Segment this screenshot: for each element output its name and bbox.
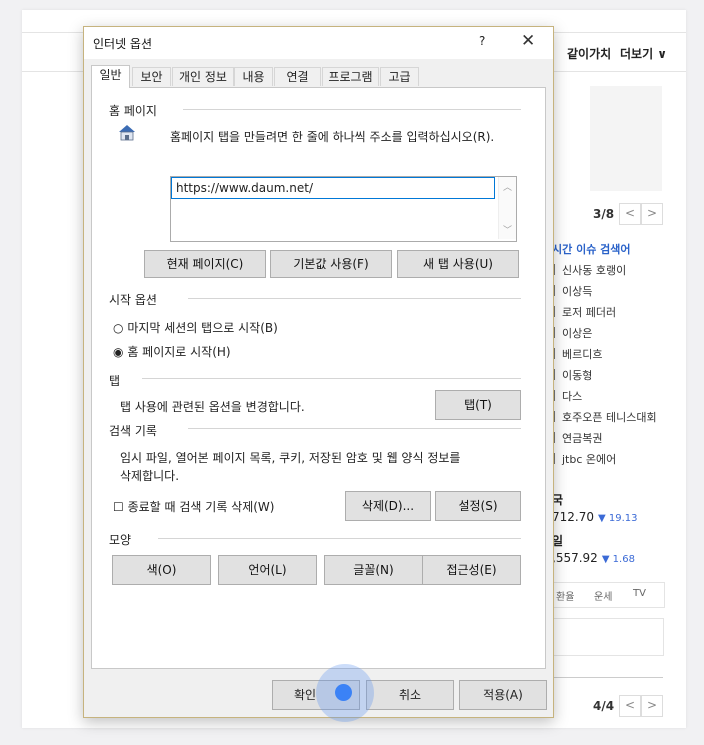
- issue-item[interactable]: 베르디흐: [552, 346, 602, 362]
- help-button[interactable]: ?: [479, 34, 485, 48]
- fonts-button[interactable]: 글꼴(N): [324, 555, 423, 585]
- history-description: 임시 파일, 열어본 페이지 목록, 쿠키, 저장된 암호 및 웹 양식 정보를: [120, 451, 461, 465]
- issue-item[interactable]: jtbc 온에어: [552, 451, 616, 467]
- pager-next-button[interactable]: >: [641, 695, 663, 717]
- scroll-down-icon[interactable]: ﹀: [499, 223, 516, 236]
- tab-security[interactable]: 보안: [132, 67, 171, 86]
- tabs-heading: 탭: [109, 374, 121, 388]
- home-page-url[interactable]: https://www.daum.net/: [171, 177, 495, 199]
- history-settings-button[interactable]: 설정(S): [435, 491, 521, 521]
- tab-connections[interactable]: 연결: [274, 67, 321, 86]
- info-panel: [549, 618, 664, 656]
- general-tab-panel: 홈 페이지 홈페이지 탭을 만들려면 한 줄에 하나씩 주소를 입력하십시오(R…: [91, 87, 546, 669]
- languages-button[interactable]: 언어(L): [218, 555, 317, 585]
- checkbox-icon: ☐: [113, 500, 124, 514]
- scrollbar[interactable]: ︿ ﹀: [498, 177, 516, 239]
- section-divider: [183, 109, 521, 110]
- section-divider: [188, 298, 521, 299]
- home-page-address-field[interactable]: https://www.daum.net/ ︿ ﹀: [170, 176, 517, 242]
- realtime-issue-title: 시간 이슈 검색어: [552, 243, 631, 256]
- home-page-instruction: 홈페이지 탭을 만들려면 한 줄에 하나씩 주소를 입력하십시오(R).: [170, 130, 495, 144]
- delete-history-button[interactable]: 삭제(D)...: [345, 491, 431, 521]
- dialog-title: 인터넷 옵션: [93, 37, 153, 51]
- scroll-up-icon[interactable]: ︿: [499, 180, 516, 193]
- issue-item[interactable]: 이상득: [552, 283, 592, 299]
- cancel-button[interactable]: 취소: [366, 680, 454, 710]
- delete-on-exit-checkbox[interactable]: ☐ 종료할 때 검색 기록 삭제(W): [113, 498, 274, 515]
- tab-programs[interactable]: 프로그램: [322, 67, 379, 86]
- section-divider: [158, 538, 521, 539]
- radio-selected-icon: ◉: [113, 345, 124, 359]
- radio-home-page[interactable]: ◉ 홈 페이지로 시작(H): [113, 343, 231, 360]
- stock-value: 712.70 ▼ 19.13: [552, 510, 638, 524]
- pager-prev-button[interactable]: <: [619, 203, 641, 225]
- tabs-description: 탭 사용에 관련된 옵션을 변경합니다.: [120, 400, 305, 414]
- nav-more[interactable]: 더보기 ∨: [620, 45, 667, 62]
- click-indicator-dot: [335, 684, 352, 701]
- issue-item[interactable]: 로저 페더러: [552, 304, 616, 320]
- history-description-cont: 삭제합니다.: [120, 469, 180, 483]
- use-new-tab-button[interactable]: 새 탭 사용(U): [397, 250, 519, 278]
- appearance-heading: 모양: [109, 533, 132, 547]
- pager-top-count: 3/8: [593, 207, 615, 221]
- info-tabs: 환율 운세 TV: [549, 582, 665, 608]
- tab-advanced[interactable]: 고급: [380, 67, 419, 86]
- browsing-history-heading: 검색 기록: [109, 424, 157, 438]
- apply-button[interactable]: 적용(A): [459, 680, 547, 710]
- use-default-button[interactable]: 기본값 사용(F): [270, 250, 392, 278]
- home-page-heading: 홈 페이지: [109, 104, 157, 118]
- issue-item[interactable]: 이상은: [552, 325, 592, 341]
- tab-fortune[interactable]: 운세: [594, 588, 612, 603]
- divider: [549, 677, 663, 678]
- home-icon: [119, 125, 135, 141]
- pager-next-button[interactable]: >: [641, 203, 663, 225]
- section-divider: [142, 378, 521, 379]
- colors-button[interactable]: 색(O): [112, 555, 211, 585]
- internet-options-dialog: 인터넷 옵션 ? ✕ 일반 보안 개인 정보 내용 연결 프로그램 고급 홈 페…: [83, 26, 554, 718]
- tab-tv[interactable]: TV: [633, 588, 646, 599]
- nav-together-value[interactable]: 같이가치: [567, 45, 611, 62]
- issue-item[interactable]: 신사동 호랭이: [552, 262, 626, 278]
- stock-value: ,557.92 ▼ 1.68: [552, 551, 635, 565]
- radio-last-session[interactable]: ○ 마지막 세션의 탭으로 시작(B): [113, 319, 278, 336]
- tab-general[interactable]: 일반: [91, 65, 130, 88]
- issue-item[interactable]: 다스: [552, 388, 582, 404]
- issue-item[interactable]: 이동형: [552, 367, 592, 383]
- tab-privacy[interactable]: 개인 정보: [172, 67, 234, 86]
- pager-prev-button[interactable]: <: [619, 695, 641, 717]
- tabs-settings-button[interactable]: 탭(T): [435, 390, 521, 420]
- tab-exchange[interactable]: 환율: [556, 588, 574, 603]
- use-current-page-button[interactable]: 현재 페이지(C): [144, 250, 266, 278]
- issue-item[interactable]: 호주오픈 테니스대회: [552, 409, 657, 425]
- tab-content[interactable]: 내용: [234, 67, 273, 86]
- accessibility-button[interactable]: 접근성(E): [422, 555, 521, 585]
- section-divider: [188, 428, 521, 429]
- dialog-titlebar: 인터넷 옵션 ? ✕: [84, 27, 553, 59]
- issue-item[interactable]: 연금복권: [552, 430, 602, 446]
- banner-ad: [590, 86, 662, 191]
- pager-bottom-count: 4/4: [593, 699, 615, 713]
- startup-heading: 시작 옵션: [109, 293, 157, 307]
- radio-empty-icon: ○: [113, 321, 124, 335]
- close-icon[interactable]: ✕: [521, 31, 535, 51]
